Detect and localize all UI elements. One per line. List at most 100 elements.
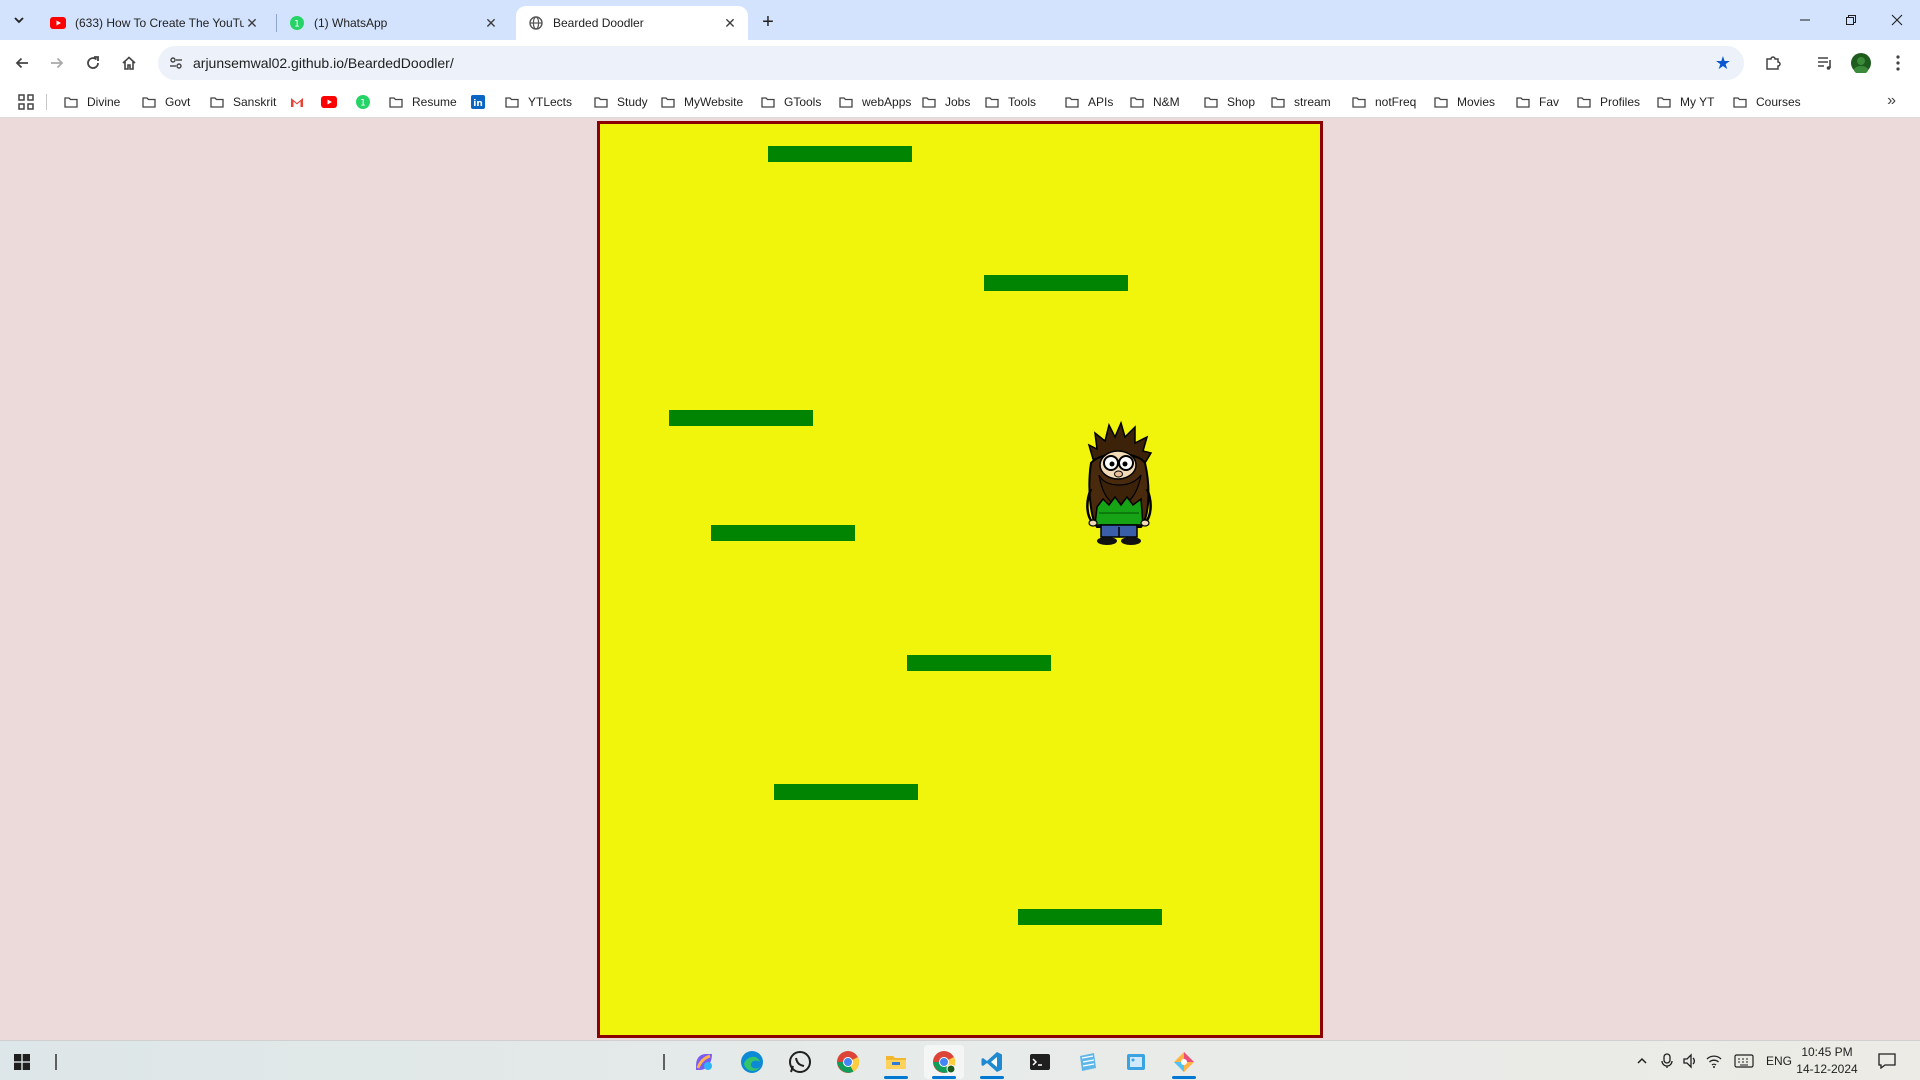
minimize-button[interactable]: [1782, 0, 1828, 40]
bookmark-linkedin[interactable]: in: [470, 92, 486, 112]
keyboard-icon[interactable]: [1734, 1041, 1754, 1080]
home-icon: [122, 56, 136, 70]
game-board[interactable]: [597, 121, 1323, 1038]
bookmark-whatsapp[interactable]: 1: [355, 92, 371, 112]
divider-bar-icon: [663, 1054, 665, 1070]
extensions-button[interactable]: [1758, 48, 1788, 78]
bookmark-label: webApps: [862, 95, 912, 109]
mic-icon[interactable]: [1660, 1041, 1674, 1080]
platform: [774, 784, 918, 800]
copilot-icon[interactable]: [684, 1045, 724, 1079]
bookmark-apis[interactable]: APIs: [1064, 92, 1113, 112]
bookmarks-divider: [46, 94, 47, 110]
site-info-icon[interactable]: [166, 53, 186, 73]
tab-search-button[interactable]: [6, 8, 32, 32]
bookmark-study[interactable]: Study: [593, 92, 648, 112]
folder-icon: [1270, 95, 1286, 109]
back-button[interactable]: [7, 48, 37, 78]
folder-icon: [1732, 95, 1748, 109]
forward-button[interactable]: [42, 48, 72, 78]
media-controls-button[interactable]: [1810, 48, 1840, 78]
bookmark-label: Jobs: [945, 95, 971, 109]
bookmark-divine[interactable]: Divine: [63, 92, 120, 112]
edge-icon[interactable]: [732, 1045, 772, 1079]
folder-icon: [388, 95, 404, 109]
new-tab-button[interactable]: +: [756, 10, 780, 34]
bookmark-tools[interactable]: Tools: [984, 92, 1036, 112]
bookmark-star-icon[interactable]: ★: [1712, 52, 1734, 74]
chrome-profile-icon[interactable]: [924, 1045, 964, 1079]
bookmark-govt[interactable]: Govt: [141, 92, 190, 112]
task-view-button[interactable]: [36, 1045, 76, 1079]
close-window-button[interactable]: [1874, 0, 1920, 40]
chrome-icon[interactable]: [828, 1045, 868, 1079]
terminal-icon[interactable]: [1020, 1045, 1060, 1079]
bookmark-resume[interactable]: Resume: [388, 92, 457, 112]
close-tab-icon[interactable]: ✕: [483, 15, 499, 31]
tab-bearded-doodler[interactable]: Bearded Doodler ✕: [516, 6, 748, 40]
windows-logo-icon: [14, 1054, 30, 1070]
tab-title: Bearded Doodler: [553, 16, 644, 30]
profile-avatar[interactable]: [1846, 48, 1876, 78]
youtube-icon: [321, 95, 337, 109]
avatar-icon: [1851, 53, 1871, 73]
volume-icon[interactable]: [1682, 1041, 1698, 1080]
tab-youtube[interactable]: (633) How To Create The YouTu ✕: [38, 6, 270, 40]
file-explorer-icon[interactable]: [876, 1045, 916, 1079]
browser-menu-button[interactable]: [1883, 48, 1913, 78]
url-text: arjunsemwal02.github.io/BeardedDoodler/: [193, 55, 454, 71]
folder-icon: [1129, 95, 1145, 109]
bookmark-profiles[interactable]: Profiles: [1576, 92, 1640, 112]
input-language[interactable]: ENG: [1766, 1041, 1792, 1080]
whatsapp-icon: 1: [289, 15, 305, 31]
close-tab-icon[interactable]: ✕: [244, 15, 260, 31]
reload-button[interactable]: [78, 48, 108, 78]
bookmark-notfreq[interactable]: notFreq: [1351, 92, 1416, 112]
bookmark-sanskrit[interactable]: Sanskrit: [209, 92, 276, 112]
close-tab-icon[interactable]: ✕: [722, 15, 738, 31]
running-indicator: [932, 1076, 956, 1079]
folder-icon: [838, 95, 854, 109]
chevron-up-icon: [1637, 1057, 1647, 1064]
more-bookmarks-icon[interactable]: »: [1887, 92, 1896, 110]
whatsapp-icon[interactable]: [780, 1045, 820, 1079]
show-hidden-icons-button[interactable]: [1636, 1041, 1648, 1080]
bookmark-mywebsite[interactable]: MyWebsite: [660, 92, 743, 112]
apps-grid-icon[interactable]: [17, 93, 35, 111]
bookmark-n-m[interactable]: N&M: [1129, 92, 1180, 112]
divider-bar-icon: [55, 1054, 57, 1070]
bookmark-gtools[interactable]: GTools: [760, 92, 821, 112]
home-button[interactable]: [114, 48, 144, 78]
chevron-down-icon: [14, 17, 24, 24]
running-indicator: [980, 1076, 1004, 1079]
reload-icon: [87, 56, 99, 69]
bookmark-label: Tools: [1008, 95, 1037, 109]
tab-strip: (633) How To Create The YouTu ✕ 1 (1) Wh…: [0, 0, 1920, 40]
tab-whatsapp[interactable]: 1 (1) WhatsApp ✕: [277, 6, 509, 40]
restore-icon: [1846, 15, 1856, 25]
bearded-doodler-character: [1086, 420, 1153, 545]
bookmark-label: Resume: [412, 95, 457, 109]
restore-button[interactable]: [1828, 0, 1874, 40]
bookmark-gmail[interactable]: [289, 92, 305, 112]
wifi-icon[interactable]: [1706, 1041, 1722, 1080]
bookmark-jobs[interactable]: Jobs: [921, 92, 970, 112]
bookmark-my-yt[interactable]: My YT: [1656, 92, 1714, 112]
system-clock[interactable]: 10:45 PM 14-12-2024: [1796, 1044, 1858, 1078]
bookmark-youtube[interactable]: [321, 92, 337, 112]
bookmark-webapps[interactable]: webApps: [838, 92, 911, 112]
bookmark-label: Movies: [1457, 95, 1496, 109]
bookmark-movies[interactable]: Movies: [1433, 92, 1495, 112]
bookmark-fav[interactable]: Fav: [1515, 92, 1559, 112]
notifications-button[interactable]: [1878, 1041, 1896, 1080]
bookmark-ytlects[interactable]: YTLects: [504, 92, 572, 112]
bookmark-courses[interactable]: Courses: [1732, 92, 1801, 112]
gmail-icon: [289, 95, 305, 109]
snipping-tool-icon[interactable]: [1116, 1045, 1156, 1079]
vscode-icon[interactable]: [972, 1045, 1012, 1079]
address-bar[interactable]: arjunsemwal02.github.io/BeardedDoodler/ …: [158, 46, 1744, 80]
notepad-icon[interactable]: [1068, 1045, 1108, 1079]
bookmark-shop[interactable]: Shop: [1203, 92, 1255, 112]
paint-icon[interactable]: [1164, 1045, 1204, 1079]
bookmark-stream[interactable]: stream: [1270, 92, 1331, 112]
